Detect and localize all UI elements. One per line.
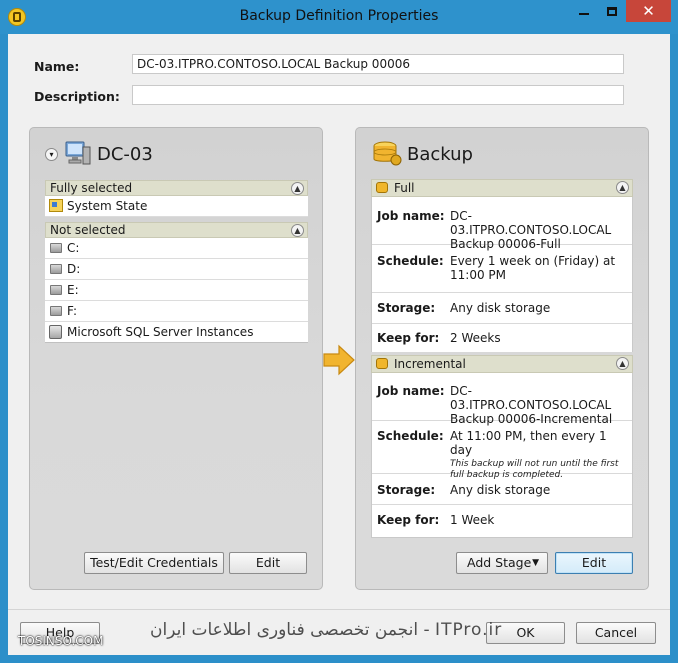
maximize-button[interactable] xyxy=(598,0,626,22)
dialog-body: Name: DC-03.ITPRO.CONTOSO.LOCAL Backup 0… xyxy=(8,34,670,655)
backup-definition-window: Backup Definition Properties ✕ Name: DC-… xyxy=(0,0,678,663)
stage-full-header[interactable]: Full ▲ xyxy=(371,179,633,197)
row-key: Keep for: xyxy=(377,331,440,345)
job-name-row: Job name: DC-03.ITPRO.CONTOSO.LOCAL Back… xyxy=(372,197,632,251)
source-title: DC-03 xyxy=(97,144,153,165)
backup-icon xyxy=(373,141,402,166)
maximize-icon xyxy=(607,6,617,16)
watermark-text: انجمن تخصصی فناوری اطلاعات ایران - ITPro… xyxy=(150,620,503,640)
schedule-row: Schedule: Every 1 week on (Friday) at 11… xyxy=(372,245,632,293)
list-item-label: E: xyxy=(67,283,79,297)
fully-selected-header[interactable]: Fully selected ▲ xyxy=(45,180,308,196)
stage-incremental-header[interactable]: Incremental ▲ xyxy=(371,355,633,373)
add-stage-label: Add Stage xyxy=(467,555,532,570)
row-key: Storage: xyxy=(377,483,436,497)
source-panel-header: ▾ DC-03 xyxy=(30,128,322,168)
stage-icon xyxy=(376,182,388,193)
minimize-button[interactable] xyxy=(570,0,598,22)
list-item[interactable]: E: xyxy=(45,280,308,301)
row-value: 1 Week xyxy=(450,513,495,527)
minimize-icon xyxy=(579,13,589,15)
list-item-label: C: xyxy=(67,241,80,255)
stage-full-details: Job name: DC-03.ITPRO.CONTOSO.LOCAL Back… xyxy=(371,197,633,352)
description-label: Description: xyxy=(34,89,120,104)
drive-icon xyxy=(50,243,62,253)
storage-row: Storage: Any disk storage xyxy=(372,474,632,505)
job-name-row: Job name: DC-03.ITPRO.CONTOSO.LOCAL Back… xyxy=(372,373,632,426)
list-item-label: D: xyxy=(67,262,81,276)
name-label: Name: xyxy=(34,59,80,74)
backup-edit-button[interactable]: Edit xyxy=(555,552,633,574)
list-item-label: Microsoft SQL Server Instances xyxy=(67,325,254,339)
footer-divider xyxy=(8,609,670,610)
backup-panel-header: Backup xyxy=(356,128,648,168)
collapse-icon[interactable]: ▲ xyxy=(291,182,304,195)
row-key: Schedule: xyxy=(377,429,444,443)
row-value: Any disk storage xyxy=(450,483,551,497)
source-edit-button[interactable]: Edit xyxy=(229,552,307,574)
test-edit-credentials-button[interactable]: Test/Edit Credentials xyxy=(84,552,224,574)
not-selected-header[interactable]: Not selected ▲ xyxy=(45,222,308,238)
collapse-icon[interactable]: ▲ xyxy=(291,224,304,237)
cancel-button[interactable]: Cancel xyxy=(576,622,656,644)
fully-selected-label: Fully selected xyxy=(50,181,133,195)
system-state-icon xyxy=(49,199,63,212)
list-item[interactable]: System State xyxy=(45,196,308,217)
list-item[interactable]: F: xyxy=(45,301,308,322)
list-item-label: F: xyxy=(67,304,78,318)
backup-panel: Backup Full ▲ Job name: DC-03.ITPRO.CONT… xyxy=(355,127,649,590)
list-item[interactable]: D: xyxy=(45,259,308,280)
row-key: Schedule: xyxy=(377,254,444,268)
close-button[interactable]: ✕ xyxy=(626,0,671,22)
collapse-icon[interactable]: ▲ xyxy=(616,357,629,370)
row-value: DC-03.ITPRO.CONTOSO.LOCAL Backup 00006-I… xyxy=(450,384,613,426)
keep-for-row: Keep for: 2 Weeks xyxy=(372,324,632,352)
row-value: Every 1 week on (Friday) at 11:00 PM xyxy=(450,254,616,282)
arrow-right-icon xyxy=(323,344,355,376)
schedule-row: Schedule: At 11:00 PM, then every 1 day … xyxy=(372,421,632,480)
source-panel: ▾ DC-03 Fully selected ▲ System State No… xyxy=(29,127,323,590)
not-selected-label: Not selected xyxy=(50,223,126,237)
keep-for-row: Keep for: 1 Week xyxy=(372,505,632,537)
stage-incremental-details: Job name: DC-03.ITPRO.CONTOSO.LOCAL Back… xyxy=(371,373,633,538)
sql-server-icon xyxy=(49,325,62,339)
watermark-site: TOSINSO.COM xyxy=(18,634,104,648)
list-item[interactable]: C: xyxy=(45,238,308,259)
description-input[interactable] xyxy=(132,85,624,105)
row-value: 2 Weeks xyxy=(450,331,501,345)
list-item[interactable]: Microsoft SQL Server Instances xyxy=(45,322,308,343)
collapse-icon[interactable]: ▲ xyxy=(616,181,629,194)
name-input[interactable]: DC-03.ITPRO.CONTOSO.LOCAL Backup 00006 xyxy=(132,54,624,74)
expand-circle-icon[interactable]: ▾ xyxy=(45,148,58,161)
drive-icon xyxy=(50,264,62,274)
row-key: Job name: xyxy=(377,384,445,398)
drive-icon xyxy=(50,306,62,316)
row-key: Keep for: xyxy=(377,513,440,527)
row-key: Storage: xyxy=(377,301,436,315)
title-bar[interactable]: Backup Definition Properties ✕ xyxy=(0,0,678,34)
list-item-label: System State xyxy=(67,199,148,213)
drive-icon xyxy=(50,285,62,295)
stage-icon xyxy=(376,358,388,369)
row-key: Job name: xyxy=(377,209,445,223)
row-value: Any disk storage xyxy=(450,301,551,315)
add-stage-dropdown[interactable]: Add Stage ▼ xyxy=(456,552,548,574)
row-value: At 11:00 PM, then every 1 day xyxy=(450,429,607,457)
backup-title: Backup xyxy=(407,144,473,165)
stage-name: Full xyxy=(394,181,415,195)
computer-icon xyxy=(65,141,91,165)
storage-row: Storage: Any disk storage xyxy=(372,293,632,324)
dropdown-arrow-icon: ▼ xyxy=(532,558,539,568)
stage-name: Incremental xyxy=(394,357,466,371)
